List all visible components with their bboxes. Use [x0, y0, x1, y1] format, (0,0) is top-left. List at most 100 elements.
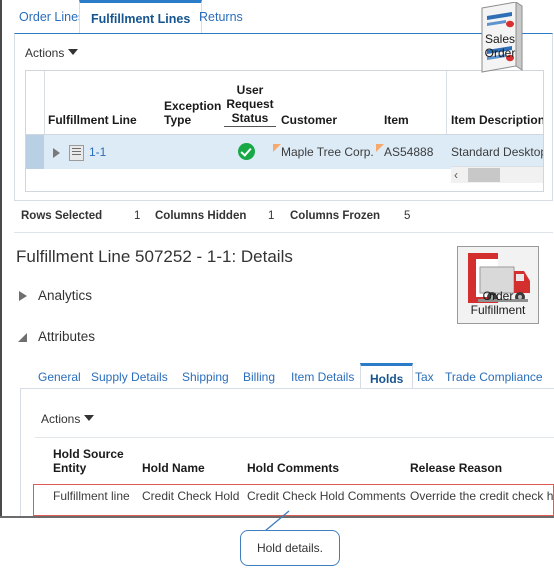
grid-status-bar: Rows Selected 1 Columns Hidden 1 Columns…: [14, 202, 553, 233]
column-header-item[interactable]: Item: [384, 113, 444, 127]
holds-actions-label: Actions: [41, 412, 81, 426]
tab-billing[interactable]: Billing: [234, 366, 284, 389]
holds-grid: Hold Source Entity Hold Name Hold Commen…: [35, 437, 554, 511]
table-row[interactable]: Fulfillment line Credit Check Hold Credi…: [35, 481, 554, 511]
row-menu-icon[interactable]: [69, 145, 84, 161]
cell-fulfillment-line[interactable]: 1-1: [89, 145, 106, 159]
upper-actions-menu[interactable]: Actions: [25, 46, 79, 60]
user-request-line3: Status: [231, 111, 269, 125]
tab-supply-details[interactable]: Supply Details: [82, 366, 177, 389]
tab-general-label: General: [38, 370, 81, 384]
window-left-edge: [0, 0, 2, 518]
tab-fulfillment-lines-label: Fulfillment Lines: [91, 12, 191, 26]
tab-order-lines-label: Order Lines: [19, 10, 85, 24]
order-fulfillment-caption: Order Fulfillment: [458, 289, 538, 317]
sales-order-caption-line2: Order: [484, 46, 516, 60]
window-bottom-edge: [0, 516, 554, 518]
column-header-hold-name[interactable]: Hold Name: [142, 461, 205, 475]
column-header-release-reason[interactable]: Release Reason: [410, 461, 502, 475]
holds-actions-menu[interactable]: Actions: [41, 412, 95, 426]
scroll-left-chevron-icon[interactable]: ‹: [454, 168, 458, 182]
column-header-fulfillment-line[interactable]: Fulfillment Line: [48, 113, 158, 127]
chevron-down-icon: [84, 415, 95, 421]
cell-item-description: Standard Desktop: [451, 145, 544, 159]
exception-type-line1: Exception: [164, 99, 222, 113]
order-fulfillment-caption-line1: Order: [482, 289, 514, 303]
column-header-hold-comments[interactable]: Hold Comments: [247, 461, 339, 475]
columns-hidden-label: Columns Hidden: [155, 210, 247, 222]
cell-item: AS54888: [376, 144, 434, 159]
attributes-tab-bar: General Supply Details Shipping Billing …: [14, 363, 553, 389]
tab-supply-details-label: Supply Details: [91, 370, 168, 384]
table-row[interactable]: 1-1 Maple Tree Corp. AS54888 Standard De…: [26, 135, 543, 169]
tab-trade-compliance-label: Trade Compliance: [445, 370, 543, 384]
chevron-down-icon: [68, 49, 79, 55]
section-analytics[interactable]: Analytics: [19, 288, 93, 303]
column-header-user-request-status[interactable]: User Request Status: [224, 83, 276, 127]
sales-order-icon[interactable]: Sales Order: [470, 1, 530, 78]
success-check-icon: [238, 143, 255, 160]
scrollbar-thumb[interactable]: [468, 168, 500, 182]
tab-holds-label: Holds: [370, 372, 404, 386]
tab-item-details[interactable]: Item Details: [282, 366, 363, 389]
tab-item-details-label: Item Details: [291, 370, 355, 384]
rows-selected-label: Rows Selected: [21, 210, 103, 222]
cell-hold-name: Credit Check Hold: [142, 489, 240, 503]
columns-frozen-value: 5: [404, 210, 411, 222]
cell-customer: Maple Tree Corp.: [273, 144, 374, 159]
cell-user-request-status: [238, 143, 255, 163]
sales-order-caption-line1: Sales: [484, 32, 516, 46]
tab-trade-compliance[interactable]: Trade Compliance: [436, 366, 552, 389]
tab-shipping-label: Shipping: [182, 370, 229, 384]
tab-tax-label: Tax: [415, 370, 434, 384]
chevron-right-icon: [19, 291, 27, 301]
columns-frozen-label: Columns Frozen: [290, 210, 381, 222]
tab-returns-label: Returns: [199, 10, 243, 24]
tab-billing-label: Billing: [243, 370, 276, 384]
tab-fulfillment-lines[interactable]: Fulfillment Lines: [79, 0, 203, 34]
tab-general[interactable]: General: [29, 366, 90, 389]
fulfillment-lines-page: Order Lines Fulfillment Lines Returns Ac…: [0, 0, 554, 573]
user-request-line1: User: [236, 83, 264, 97]
column-divider: [44, 71, 45, 134]
order-fulfillment-caption-line2: Fulfillment: [470, 303, 526, 317]
cell-hold-comments: Credit Check Hold Comments: [247, 489, 406, 503]
holds-panel: Actions Hold Source Entity Hold Name Hol…: [20, 388, 554, 516]
column-header-hold-source-entity[interactable]: Hold Source Entity: [53, 447, 129, 475]
column-header-customer[interactable]: Customer: [281, 113, 381, 127]
hold-source-line1: Hold Source: [53, 447, 124, 461]
tab-returns[interactable]: Returns: [188, 3, 254, 31]
grid-select-column-header: [26, 71, 45, 133]
cell-hold-source-entity: Fulfillment line: [53, 489, 130, 503]
cell-item-text: AS54888: [384, 145, 434, 159]
holds-header-row: Hold Source Entity Hold Name Hold Commen…: [35, 438, 554, 481]
page-title: Fulfillment Line 507252 - 1-1: Details: [16, 247, 293, 266]
row-selector[interactable]: [26, 135, 44, 169]
sales-order-caption: Sales Order: [470, 32, 530, 60]
exception-type-line2: Type: [164, 113, 192, 127]
hold-source-line2: Entity: [53, 461, 87, 475]
cell-customer-text: Maple Tree Corp.: [281, 145, 374, 159]
section-attributes-label: Attributes: [38, 329, 96, 344]
order-fulfillment-icon[interactable]: Order Fulfillment: [457, 246, 539, 324]
callout-bubble: Hold details.: [240, 530, 340, 566]
column-header-exception-type[interactable]: Exception Type: [164, 99, 222, 127]
edited-flag-icon: [376, 144, 384, 152]
fulfillment-lines-grid: Fulfillment Line Exception Type User Req…: [25, 70, 544, 192]
frozen-column-divider: [446, 71, 447, 134]
section-attributes[interactable]: Attributes: [18, 329, 96, 344]
column-header-item-description[interactable]: Item Description: [451, 113, 543, 127]
chevron-down-icon: [18, 333, 27, 342]
horizontal-scrollbar[interactable]: ‹: [451, 166, 543, 183]
rows-selected-value: 1: [134, 210, 141, 222]
callout-text: Hold details.: [256, 541, 324, 555]
edited-flag-icon: [273, 144, 281, 152]
cell-release-reason: Override the credit check hold: [410, 489, 554, 503]
expand-row-icon[interactable]: [53, 148, 60, 158]
tab-shipping[interactable]: Shipping: [173, 366, 238, 389]
columns-hidden-value: 1: [268, 210, 275, 222]
section-analytics-label: Analytics: [38, 288, 93, 303]
grid-header-row: Fulfillment Line Exception Type User Req…: [26, 71, 543, 135]
user-request-line2: Request: [226, 97, 274, 111]
upper-actions-label: Actions: [25, 46, 65, 60]
